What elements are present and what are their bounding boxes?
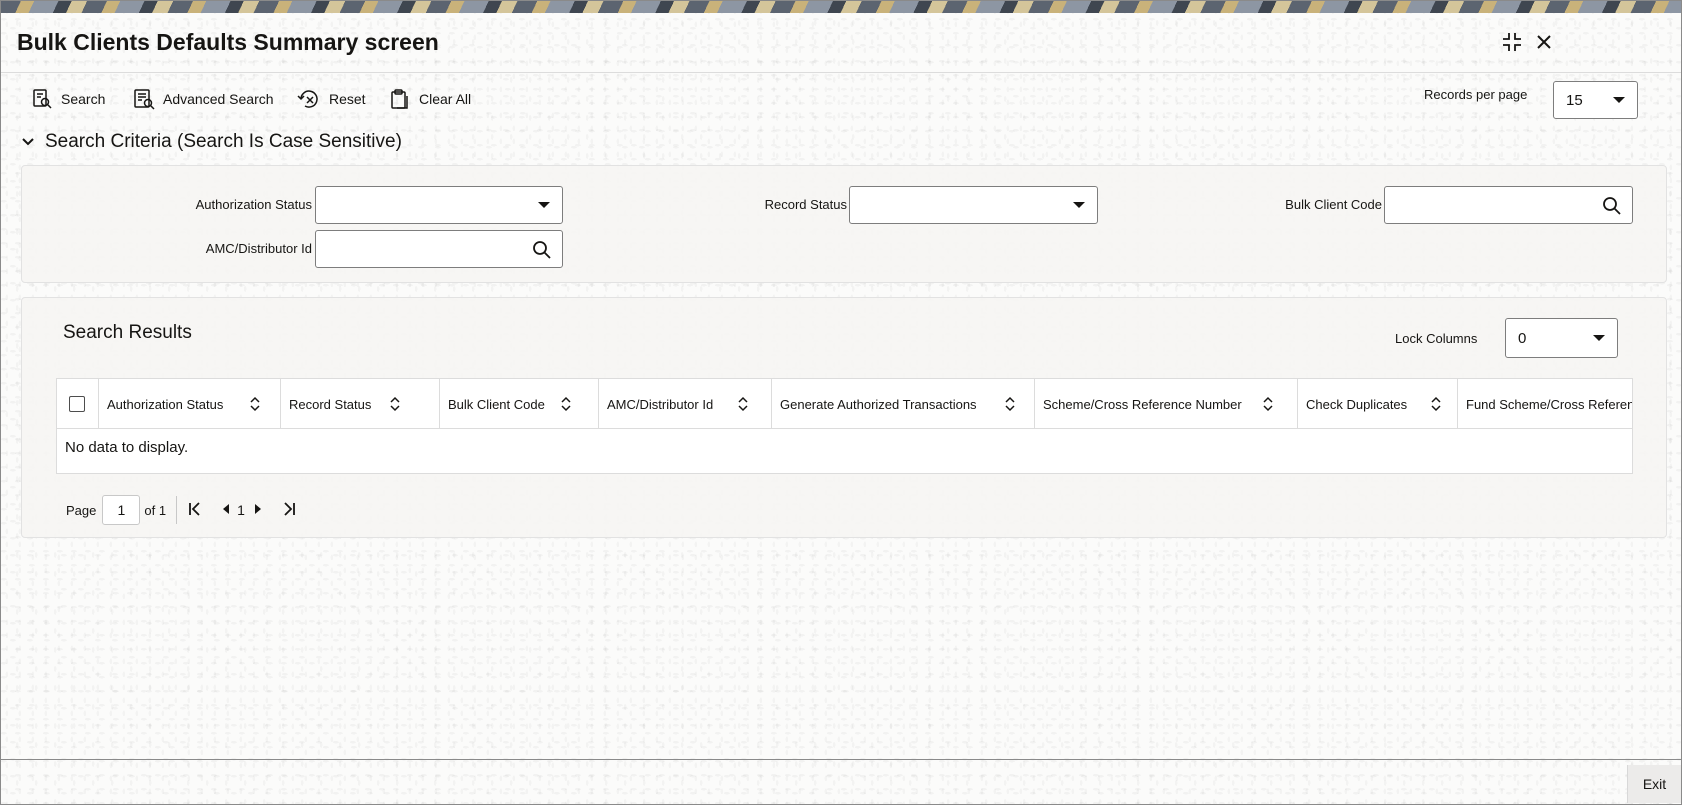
- chevron-down-icon: [1593, 335, 1605, 341]
- page-title: Bulk Clients Defaults Summary screen: [17, 29, 439, 55]
- record-status-label: Record Status: [764, 197, 847, 212]
- page-number-input[interactable]: 1: [102, 495, 141, 525]
- authorization-status-label: Authorization Status: [195, 197, 312, 212]
- bulk-client-code-label: Bulk Client Code: [1285, 197, 1382, 212]
- chevron-down-icon: [1613, 97, 1625, 103]
- column-header-authorization-status[interactable]: Authorization Status: [99, 379, 281, 429]
- page-count-label: of 1: [144, 502, 167, 518]
- first-page-icon: [187, 501, 203, 520]
- advanced-search-icon: [133, 88, 155, 110]
- summary-window: Bulk Clients Defaults Summary screen Sea…: [0, 0, 1682, 805]
- amc-distributor-id-field[interactable]: [315, 230, 563, 268]
- reset-icon: [297, 88, 321, 110]
- sort-icon: [1262, 396, 1274, 415]
- sort-icon: [389, 396, 401, 415]
- lock-columns-label: Lock Columns: [1395, 331, 1478, 346]
- records-per-page-label: Records per page: [1424, 87, 1528, 102]
- current-page-number[interactable]: 1: [237, 502, 245, 518]
- amc-distributor-id-label: AMC/Distributor Id: [205, 241, 312, 256]
- close-button[interactable]: [1531, 29, 1557, 55]
- column-header-amc-distributor-id[interactable]: AMC/Distributor Id: [599, 379, 772, 429]
- search-button[interactable]: Search: [31, 85, 105, 113]
- clear-all-button[interactable]: Clear All: [389, 85, 471, 113]
- search-icon[interactable]: [532, 240, 552, 265]
- search-doc-icon: [31, 88, 53, 110]
- chevron-down-icon: [538, 202, 550, 208]
- reset-label: Reset: [329, 91, 366, 107]
- close-icon: [1535, 33, 1553, 51]
- pager-divider: [176, 496, 178, 524]
- records-per-page-value: 15: [1566, 91, 1583, 109]
- sort-icon: [1430, 396, 1442, 415]
- select-all-checkbox[interactable]: [69, 396, 85, 412]
- last-page-button[interactable]: [281, 501, 297, 520]
- last-page-icon: [281, 501, 297, 520]
- bulk-client-code-input[interactable]: [1385, 187, 1592, 223]
- next-page-button[interactable]: [253, 503, 263, 518]
- sort-icon: [737, 396, 749, 415]
- sort-icon: [560, 396, 572, 415]
- collapse-icon: [1501, 31, 1523, 53]
- first-page-button[interactable]: [187, 501, 203, 520]
- previous-page-button[interactable]: [221, 503, 231, 518]
- caret-right-icon: [253, 503, 263, 518]
- search-criteria-toggle[interactable]: Search Criteria (Search Is Case Sensitiv…: [21, 131, 402, 153]
- advanced-search-button[interactable]: Advanced Search: [133, 85, 274, 113]
- sort-icon: [249, 396, 261, 415]
- advanced-search-label: Advanced Search: [163, 91, 274, 107]
- clear-all-label: Clear All: [419, 91, 472, 107]
- authorization-status-select[interactable]: [315, 186, 563, 224]
- toolbar: Search Advanced Search Reset Clear All R…: [1, 79, 1681, 119]
- sort-icon: [1004, 396, 1016, 415]
- column-header-fund-scheme-cross-reference[interactable]: Fund Scheme/Cross Reference: [1458, 379, 1632, 429]
- bulk-client-code-field[interactable]: [1384, 186, 1633, 224]
- exit-button[interactable]: Exit: [1627, 765, 1681, 803]
- search-criteria-panel: Authorization Status Record Status Bulk …: [21, 165, 1667, 283]
- search-icon[interactable]: [1602, 196, 1622, 221]
- search-button-label: Search: [61, 91, 106, 107]
- table-header-row: Authorization Status Record Status Bulk …: [57, 379, 1632, 429]
- window-decoration-stripe: [1, 1, 1681, 13]
- collapse-button[interactable]: [1499, 29, 1525, 55]
- reset-button[interactable]: Reset: [297, 85, 366, 113]
- pagination: Page 1 of 1 1: [66, 494, 297, 526]
- records-per-page-select[interactable]: 15: [1553, 81, 1638, 119]
- lock-columns-value: 0: [1518, 329, 1527, 347]
- amc-distributor-id-input[interactable]: [316, 231, 522, 267]
- search-results-panel: Search Results Lock Columns 0 Authorizat…: [21, 297, 1667, 538]
- column-header-generate-authorized-transactions[interactable]: Generate Authorized Transactions: [772, 379, 1035, 429]
- window-header: Bulk Clients Defaults Summary screen: [1, 13, 1681, 73]
- lock-columns-select[interactable]: 0: [1505, 318, 1618, 358]
- chevron-down-icon: [21, 131, 35, 153]
- column-header-bulk-client-code[interactable]: Bulk Client Code: [440, 379, 599, 429]
- column-header-record-status[interactable]: Record Status: [281, 379, 440, 429]
- clipboard-icon: [389, 88, 411, 110]
- record-status-select[interactable]: [849, 186, 1098, 224]
- page-label: Page: [66, 502, 97, 518]
- search-results-title: Search Results: [63, 322, 192, 343]
- chevron-down-icon: [1073, 202, 1085, 208]
- window-footer: Exit: [1, 759, 1681, 804]
- column-header-scheme-cross-reference-number[interactable]: Scheme/Cross Reference Number: [1035, 379, 1298, 429]
- select-all-cell: [57, 379, 99, 429]
- caret-left-icon: [221, 503, 231, 518]
- search-criteria-title: Search Criteria (Search Is Case Sensitiv…: [45, 131, 402, 152]
- no-data-message: No data to display.: [65, 439, 189, 456]
- column-header-check-duplicates[interactable]: Check Duplicates: [1298, 379, 1458, 429]
- results-table: Authorization Status Record Status Bulk …: [56, 378, 1633, 474]
